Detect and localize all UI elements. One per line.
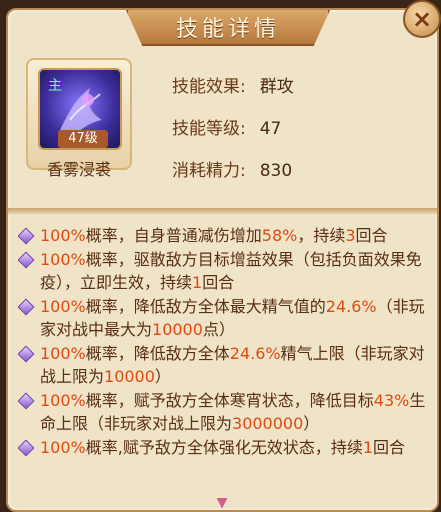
effect-text: 概率，自身普通减伤增加 xyxy=(85,226,262,245)
effect-value: 24.6% xyxy=(325,296,377,316)
effect-value: 3000000 xyxy=(232,414,304,433)
effect-text: 概率，赋予敌方全体寒宵状态，降低目标 xyxy=(85,390,374,410)
stat-level: 技能等级: 47 xyxy=(172,114,281,139)
skill-icon: 主 47级 xyxy=(38,68,122,150)
effect-value: 58% xyxy=(261,226,298,245)
diamond-bullet-icon xyxy=(18,227,35,245)
effect-value: 100% xyxy=(40,437,86,457)
effect-value: 100% xyxy=(40,226,86,245)
diamond-bullet-icon xyxy=(18,251,35,268)
effect-text: 点） xyxy=(202,320,235,339)
diamond-bullet-icon xyxy=(18,439,35,456)
stat-label: 技能效果: xyxy=(172,77,246,97)
effect-value: 10000 xyxy=(104,367,155,386)
effect-item-partial xyxy=(18,214,428,224)
effect-item: 100%概率，赋予敌方全体寒宵状态，降低目标43%生命上限（非玩家对战上限为30… xyxy=(18,389,428,436)
effect-text: 回合 xyxy=(202,273,235,292)
effect-text: 回合 xyxy=(355,226,388,245)
effect-item: 100%概率,赋予敌方全体强化无效状态，持续1回合 xyxy=(18,436,428,460)
stat-label: 技能等级: xyxy=(172,119,246,139)
effect-text: ，持续 xyxy=(297,226,346,245)
svg-text:主: 主 xyxy=(48,78,62,94)
title-plaque: 技能详情 xyxy=(126,10,330,46)
effect-item: 100%概率，降低敌方全体24.6%精气上限（非玩家对战上限为10000） xyxy=(18,342,428,389)
skill-name: 香雾浸裘 xyxy=(46,160,111,179)
effect-value: 1 xyxy=(192,273,203,292)
close-button[interactable]: × xyxy=(403,0,441,38)
effect-text: ） xyxy=(303,414,320,433)
effect-text: ） xyxy=(154,367,171,386)
stat-value: 47 xyxy=(259,119,282,139)
effect-text: 概率,赋予敌方全体强化无效状态，持续 xyxy=(85,437,363,457)
stat-value: 830 xyxy=(259,161,293,181)
stat-effect: 技能效果: 群攻 xyxy=(172,72,294,97)
effect-text: 概率，降低敌方全体 xyxy=(85,343,230,363)
effect-text: 回合 xyxy=(373,437,406,457)
diamond-bullet-icon xyxy=(18,298,35,315)
effect-value: 3 xyxy=(345,226,356,245)
effect-value: 100% xyxy=(40,390,86,410)
diamond-bullet-icon xyxy=(18,345,35,362)
effect-value: 100% xyxy=(40,249,86,269)
skill-icon-frame[interactable]: 主 47级 香雾浸裘 xyxy=(26,58,132,179)
stat-value: 群攻 xyxy=(259,77,294,97)
panel-title: 技能详情 xyxy=(175,17,280,42)
skill-level-badge: 47级 xyxy=(58,130,108,148)
skill-detail-panel: 技能详情 主 47级 香雾浸裘 技能效果: 群攻 技能等级: 47 消耗精力: 830 xyxy=(6,8,439,512)
effect-value: 1 xyxy=(362,437,374,457)
effect-item: 100%概率，自身普通减伤增加58%，持续3回合 xyxy=(18,224,428,248)
effect-value: 43% xyxy=(373,390,410,410)
effect-text: 概率，降低敌方全体最大精气值的 xyxy=(85,296,326,316)
effect-value: 100% xyxy=(40,296,86,316)
effect-value: 10000 xyxy=(152,320,203,339)
effects-list[interactable]: 100%概率，自身普通减伤增加58%，持续3回合 100%概率，驱散敌方目标增益效… xyxy=(18,214,428,498)
effect-value: 24.6% xyxy=(229,343,281,363)
stat-label: 消耗精力: xyxy=(172,161,246,181)
effect-value: 100% xyxy=(40,343,86,363)
diamond-bullet-icon xyxy=(18,392,35,409)
skill-header: 主 47级 香雾浸裘 技能效果: 群攻 技能等级: 47 消耗精力: 830 xyxy=(8,44,437,214)
effect-item: 100%概率，降低敌方全体最大精气值的24.6%（非玩家对战中最大为10000点… xyxy=(18,295,428,342)
scroll-down-icon[interactable]: ▼ xyxy=(208,496,236,510)
stat-energy-cost: 消耗精力: 830 xyxy=(172,156,292,181)
effect-item: 100%概率，驱散敌方目标增益效果（包括负面效果免疫），立即生效，持续1回合 xyxy=(18,248,428,295)
